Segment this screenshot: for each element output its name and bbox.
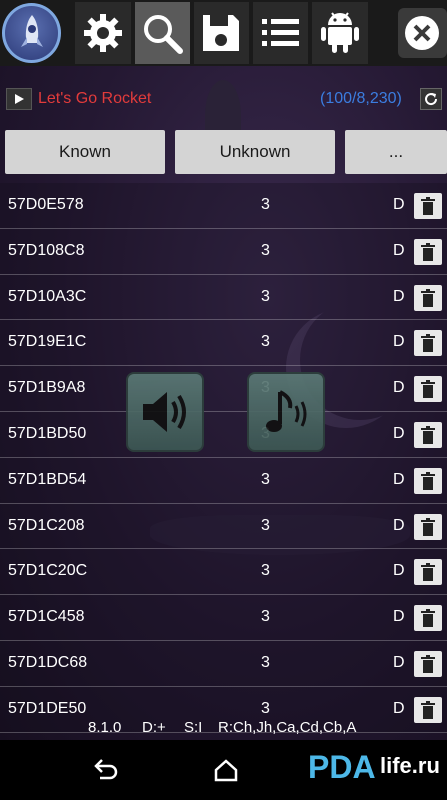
sound-icon[interactable] xyxy=(126,372,204,452)
play-icon[interactable] xyxy=(6,88,32,110)
search-icon[interactable] xyxy=(134,2,190,64)
app-logo-icon[interactable] xyxy=(2,3,62,63)
row-value: 3 xyxy=(261,241,270,259)
trash-icon[interactable] xyxy=(414,193,442,219)
row-value: 3 xyxy=(261,470,270,488)
navigation-bar: PDA life.ru xyxy=(0,740,447,800)
table-row[interactable]: 57D1B9A8 3 D xyxy=(0,366,447,412)
row-address: 57D108C8 xyxy=(8,241,85,259)
pda-logo-icon: PDA xyxy=(308,749,376,784)
list-icon[interactable] xyxy=(253,2,309,64)
table-row[interactable]: 57D1BD50 3 D xyxy=(0,411,447,458)
trash-icon[interactable] xyxy=(414,513,442,540)
s-flag-text: S:I xyxy=(184,719,203,736)
row-address: 57D1BD50 xyxy=(8,424,87,442)
row-type: D xyxy=(393,653,405,671)
row-value: 3 xyxy=(261,333,270,351)
close-icon[interactable] xyxy=(397,8,447,58)
watermark-text: life.ru xyxy=(380,753,440,778)
row-address: 57D1C20C xyxy=(8,562,88,580)
table-row[interactable]: 57D1C20C 3 D xyxy=(0,549,447,596)
row-value: 3 xyxy=(261,562,270,580)
row-type: D xyxy=(393,562,405,580)
trash-icon[interactable] xyxy=(414,330,442,357)
back-icon[interactable] xyxy=(92,756,120,784)
version-text: 8.1.0 xyxy=(88,719,122,736)
refresh-icon[interactable] xyxy=(420,88,442,110)
results-list: 57D0E578 3 D 57D108C8 3 D 57D10A3C 3 D 5… xyxy=(0,183,447,733)
row-address: 57D1C458 xyxy=(8,608,85,626)
process-bar: Let's Go Rocket (100/8,230) xyxy=(0,84,447,114)
row-type: D xyxy=(393,424,405,442)
trash-icon[interactable] xyxy=(414,421,442,448)
regions-text: R:Ch,Jh,Ca,Cd,Cb,A xyxy=(218,719,357,736)
row-address: 57D10A3C xyxy=(8,287,87,305)
gear-icon[interactable] xyxy=(75,2,131,64)
save-icon[interactable] xyxy=(193,2,250,64)
toolbar xyxy=(0,0,447,66)
table-row[interactable]: 57D0E578 3 D xyxy=(0,183,447,229)
table-row[interactable]: 57D1C458 3 D xyxy=(0,595,447,641)
trash-icon[interactable] xyxy=(414,559,442,586)
row-address: 57D1DC68 xyxy=(8,653,88,671)
trash-icon[interactable] xyxy=(414,467,442,494)
row-type: D xyxy=(393,196,405,213)
trash-icon[interactable] xyxy=(414,605,442,632)
row-type: D xyxy=(393,608,405,626)
row-type: D xyxy=(393,241,405,259)
row-type: D xyxy=(393,333,405,351)
trash-icon[interactable] xyxy=(414,376,442,403)
table-row[interactable]: 57D1DC68 3 D xyxy=(0,640,447,687)
row-type: D xyxy=(393,379,405,397)
row-value: 3 xyxy=(261,516,270,534)
row-type: D xyxy=(393,516,405,534)
filter-buttons: Known Unknown ... xyxy=(0,130,447,174)
row-value: 3 xyxy=(261,196,270,213)
table-row[interactable]: 57D1C208 3 D xyxy=(0,503,447,550)
row-address: 57D0E578 xyxy=(8,196,84,213)
row-address: 57D1B9A8 xyxy=(8,379,86,397)
trash-icon[interactable] xyxy=(414,650,442,677)
table-row[interactable]: 57D10A3C 3 D xyxy=(0,274,447,321)
row-address: 57D19E1C xyxy=(8,333,87,351)
process-name[interactable]: Let's Go Rocket xyxy=(38,90,151,108)
row-value: 3 xyxy=(261,287,270,305)
watermark-logo: PDA life.ru xyxy=(308,748,440,784)
trash-icon[interactable] xyxy=(414,284,442,311)
d-flag-text: D:+ xyxy=(142,719,166,736)
known-button[interactable]: Known xyxy=(5,130,165,174)
table-row[interactable]: 57D1BD54 3 D xyxy=(0,457,447,504)
status-bar: 8.1.0 D:+ S:I R:Ch,Jh,Ca,Cd,Cb,A xyxy=(0,716,447,740)
android-icon[interactable] xyxy=(312,2,368,64)
music-icon[interactable] xyxy=(247,372,325,452)
table-row[interactable]: 57D19E1C 3 D xyxy=(0,320,447,367)
row-value: 3 xyxy=(261,608,270,626)
pda-logo-letters: PDA xyxy=(308,749,376,784)
home-icon[interactable] xyxy=(212,756,240,784)
trash-icon[interactable] xyxy=(414,238,442,265)
row-address: 57D1C208 xyxy=(8,516,85,534)
row-value: 3 xyxy=(261,653,270,671)
result-count: (100/8,230) xyxy=(320,90,402,107)
row-type: D xyxy=(393,287,405,305)
table-row[interactable]: 57D108C8 3 D xyxy=(0,228,447,275)
row-type: D xyxy=(393,470,405,488)
more-button[interactable]: ... xyxy=(345,130,447,174)
row-address: 57D1BD54 xyxy=(8,470,87,488)
unknown-button[interactable]: Unknown xyxy=(175,130,335,174)
